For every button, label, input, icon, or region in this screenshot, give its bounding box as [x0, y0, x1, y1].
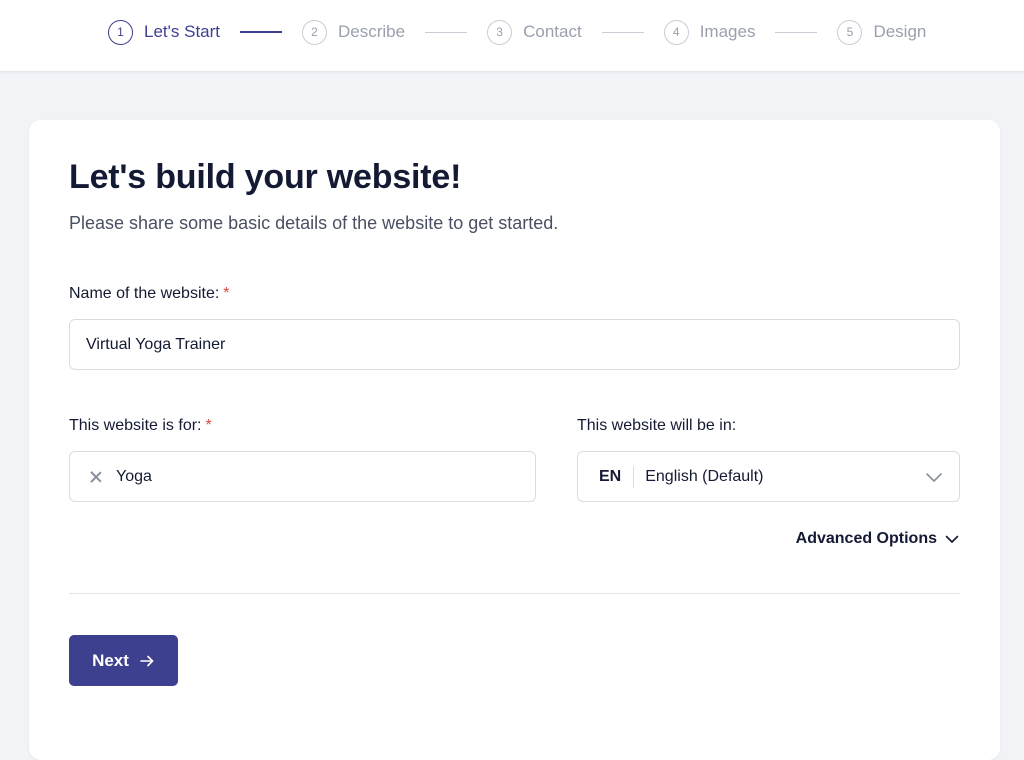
step-progress: 1 Let's Start 2 Describe 3 Contact 4 Ima… [108, 19, 926, 45]
step-label: Contact [523, 22, 582, 41]
name-field-label: Name of the website: * [69, 285, 230, 303]
language-divider [633, 465, 635, 488]
website-name-value: Virtual Yoga Trainer [86, 335, 226, 353]
form-divider [69, 593, 960, 594]
step-connector [775, 31, 818, 33]
step-number: 1 [108, 19, 133, 45]
next-button-label: Next [92, 650, 129, 670]
page-title: Let's build your website! [69, 158, 462, 196]
step-connector [240, 31, 283, 33]
step-label: Let's Start [144, 22, 221, 41]
chevron-down-icon [926, 473, 942, 482]
advanced-options-label: Advanced Options [795, 530, 937, 547]
language-select[interactable]: EN English (Default) [577, 451, 960, 502]
step-connector [425, 31, 468, 33]
step-label: Describe [338, 22, 406, 41]
step-number: 2 [302, 19, 328, 45]
for-label-text: This website is for: [69, 417, 202, 434]
language-code: EN [599, 467, 622, 485]
chevron-down-icon [945, 535, 959, 543]
step-describe[interactable]: 2 Describe [302, 19, 406, 45]
step-label: Images [699, 22, 756, 41]
for-field-label: This website is for: * [69, 417, 212, 435]
website-name-input[interactable]: Virtual Yoga Trainer [69, 319, 960, 370]
step-connector [601, 31, 644, 33]
step-design[interactable]: 5 Design [837, 19, 927, 45]
required-asterisk: * [205, 417, 212, 434]
advanced-options-toggle[interactable]: Advanced Options [796, 530, 959, 548]
step-label: Design [873, 22, 927, 41]
step-lets-start[interactable]: 1 Let's Start [108, 19, 221, 45]
required-asterisk: * [223, 285, 230, 302]
step-number: 3 [487, 19, 513, 45]
language-value: English (Default) [645, 467, 764, 485]
step-number: 4 [663, 19, 689, 45]
step-number: 5 [837, 19, 863, 45]
step-images[interactable]: 4 Images [663, 19, 756, 45]
arrow-right-icon [140, 655, 154, 666]
step-contact[interactable]: 3 Contact [487, 19, 582, 45]
page-subtitle: Please share some basic details of the w… [69, 213, 559, 233]
name-label-text: Name of the website: [69, 285, 220, 302]
next-button[interactable]: Next [69, 635, 178, 686]
website-category-input[interactable]: Yoga [69, 451, 536, 502]
clear-icon[interactable] [88, 469, 104, 485]
language-field-label: This website will be in: [577, 417, 737, 434]
wizard-header: 1 Let's Start 2 Describe 3 Contact 4 Ima… [0, 0, 1024, 72]
setup-card: Let's build your website! Please share s… [29, 120, 1000, 760]
website-category-value: Yoga [116, 467, 152, 485]
